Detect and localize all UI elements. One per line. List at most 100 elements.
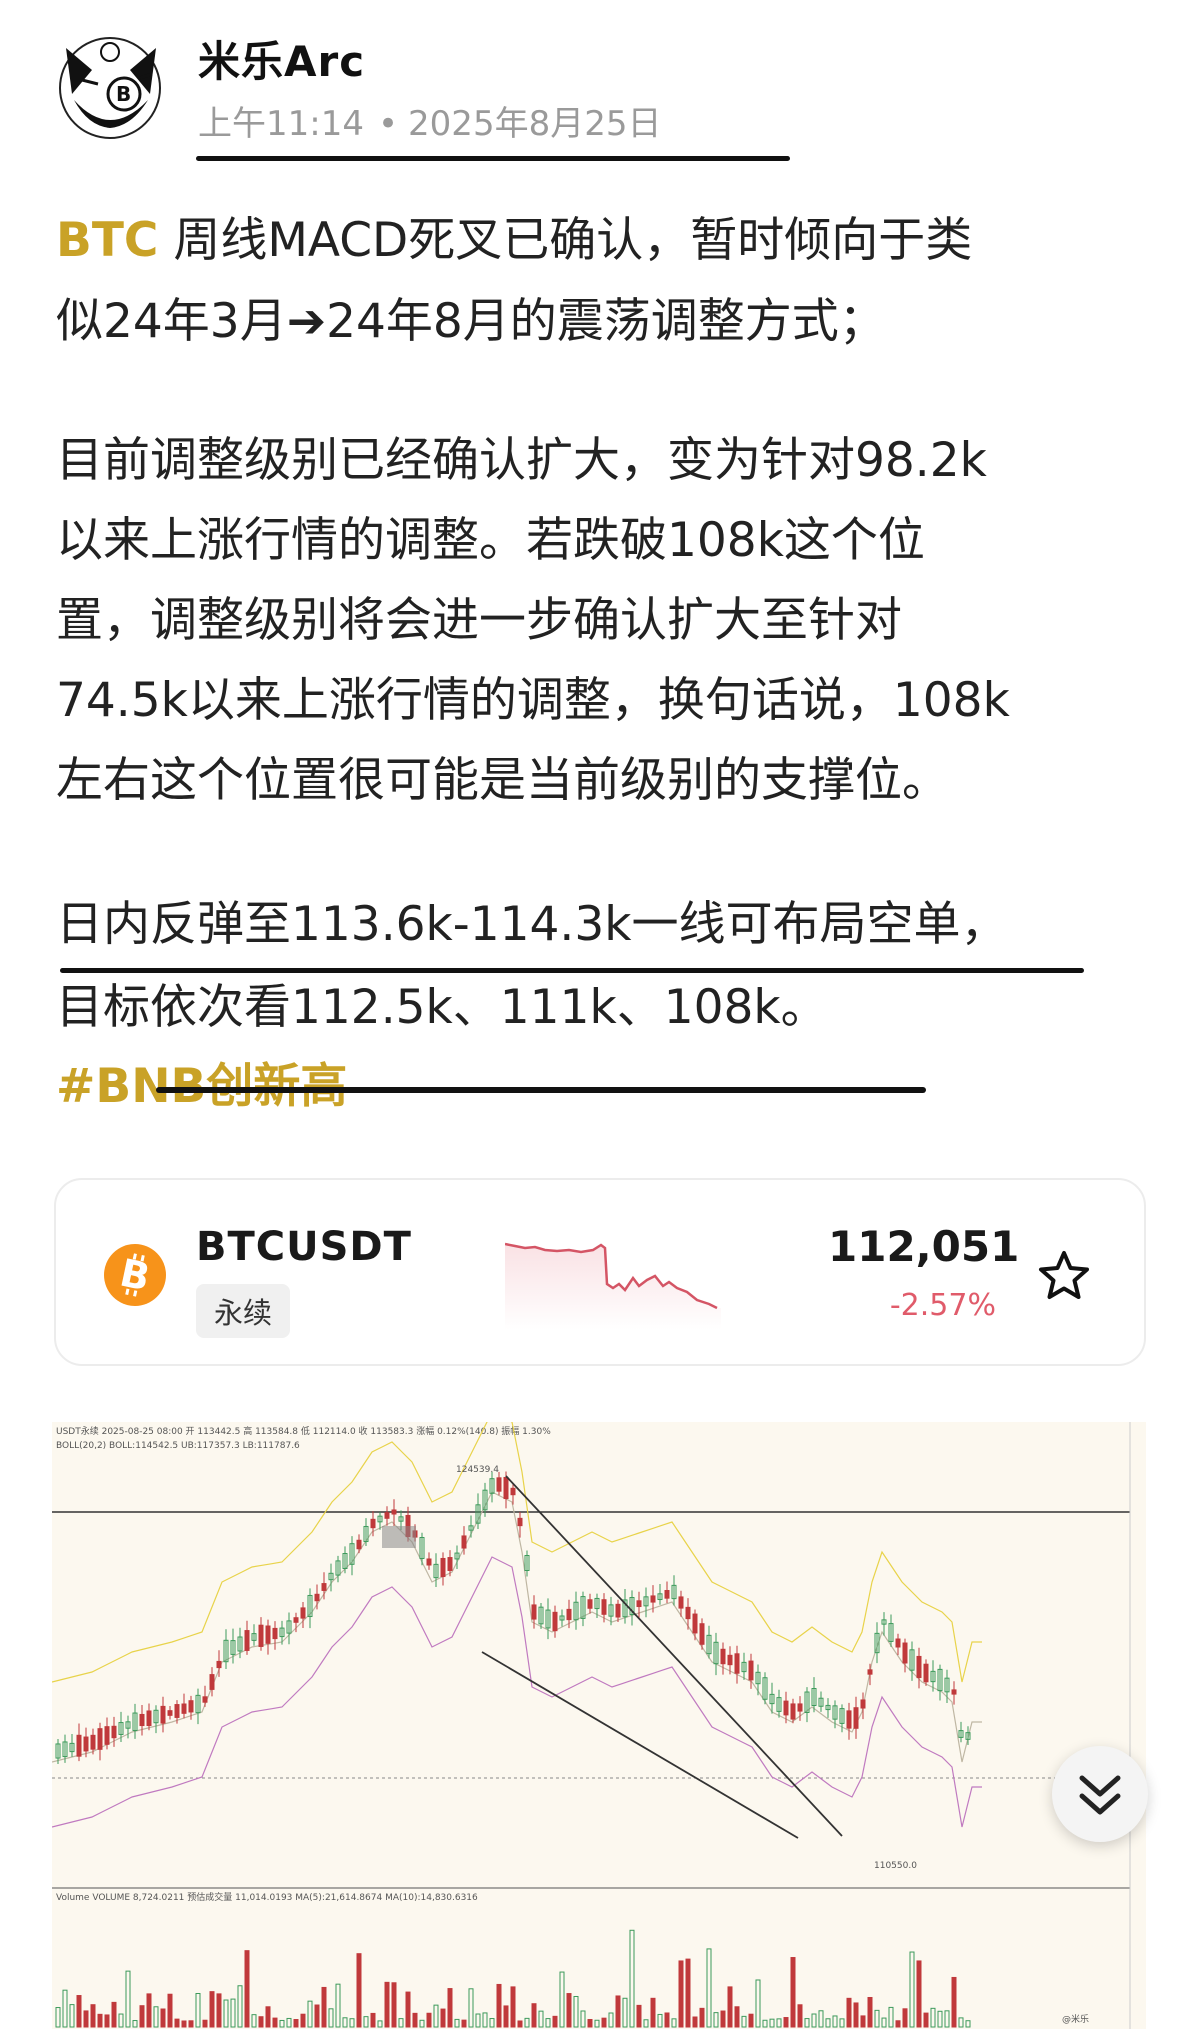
candle-body <box>790 1703 796 1720</box>
candle-body <box>293 1617 299 1623</box>
candle-body <box>846 1710 852 1729</box>
candle-body <box>139 1713 145 1727</box>
author-name[interactable]: 米乐Arc <box>198 28 365 89</box>
candle-body <box>188 1700 194 1713</box>
volume-bar <box>279 2019 285 2028</box>
candle-body <box>916 1655 922 1679</box>
volume-bar <box>573 1995 579 2028</box>
volume-bar <box>853 2002 859 2028</box>
volume-bar <box>384 1981 390 2028</box>
candle-body <box>951 1689 957 1695</box>
ticker-change: -2.57% <box>889 1288 996 1323</box>
paragraph-1-line-2: 似24年3月➔24年8月的震荡调整方式； <box>56 294 886 349</box>
volume-bar <box>839 2018 845 2028</box>
candle-body <box>692 1613 698 1634</box>
contract-type-badge: 永续 <box>196 1284 291 1338</box>
candle-body <box>853 1707 859 1729</box>
candle-body <box>300 1607 306 1619</box>
candle-body <box>720 1648 726 1665</box>
volume-bar <box>482 2012 488 2028</box>
ticker-price: 112,051 <box>828 1222 1020 1271</box>
volume-header-text: Volume VOLUME 8,724.0211 预估成交量 11,014.01… <box>56 1891 478 1903</box>
volume-bar <box>678 1960 684 2028</box>
volume-bar <box>790 1957 796 2028</box>
volume-bar <box>594 2019 600 2028</box>
candle-body <box>510 1487 516 1496</box>
low-price-label: 110550.0 <box>874 1861 917 1871</box>
volume-bar <box>125 1970 131 2028</box>
candle-body <box>566 1608 572 1621</box>
paragraph-2-line-3: 置，调整级别将会进一步确认扩大至针对 <box>56 593 902 648</box>
volume-bar <box>951 1976 957 2028</box>
volume-bar <box>139 2005 145 2028</box>
volume-bar <box>804 2018 810 2028</box>
volume-bar <box>832 2015 838 2028</box>
volume-bar <box>489 2018 495 2028</box>
post-date: 2025年8月25日 <box>408 104 662 144</box>
candle-body <box>111 1725 117 1739</box>
volume-bar <box>321 1986 327 2028</box>
candle-body <box>895 1638 901 1648</box>
candle-body <box>83 1736 89 1752</box>
volume-bar <box>692 2016 698 2028</box>
volume-bar <box>475 2013 481 2028</box>
candle-body <box>748 1660 754 1681</box>
volume-bar <box>391 1982 397 2028</box>
chart-watermark: @米乐 <box>1062 2013 1089 2025</box>
volume-bar <box>307 2000 313 2028</box>
volume-bar <box>776 2018 782 2028</box>
volume-bar <box>363 2016 369 2028</box>
candle-body <box>258 1624 264 1647</box>
volume-bar <box>566 1993 572 2028</box>
volume-bar <box>874 2009 880 2028</box>
star-icon[interactable] <box>1036 1248 1092 1304</box>
candle-body <box>664 1590 670 1599</box>
volume-bar <box>209 1991 215 2028</box>
volume-bar <box>167 1993 173 2028</box>
volume-bar <box>111 2001 117 2028</box>
candle-body <box>727 1654 733 1666</box>
chart-header-text: USDT永续 2025-08-25 08:00 开 113442.5 高 113… <box>56 1425 551 1437</box>
boll-upper-band <box>52 1422 982 1683</box>
candle-body <box>734 1653 740 1674</box>
scroll-down-button[interactable] <box>1052 1746 1148 1842</box>
candle-body <box>160 1705 166 1724</box>
price-sparkline <box>505 1242 721 1330</box>
candle-body <box>615 1603 621 1618</box>
volume-bar <box>545 2018 551 2028</box>
volume-bar <box>188 2020 194 2028</box>
candle-body <box>860 1699 866 1709</box>
volume-bar <box>608 2012 614 2028</box>
volume-bar <box>293 2019 299 2028</box>
paragraph-2-line-4: 74.5k以来上涨行情的调整，换句话说，108k <box>56 673 1010 728</box>
candle-body <box>650 1595 656 1603</box>
btc-tag[interactable]: BTC <box>56 213 158 268</box>
volume-bar <box>251 2014 257 2028</box>
candle-body <box>321 1583 327 1591</box>
candle-body <box>678 1596 684 1609</box>
candle-body <box>552 1611 558 1632</box>
volume-bar <box>405 1991 411 2028</box>
volume-bar <box>643 2019 649 2028</box>
volume-bar <box>671 2018 677 2028</box>
candle-body <box>426 1558 432 1566</box>
candle-body <box>356 1539 362 1550</box>
post-time: 上午11:14 <box>198 104 364 144</box>
candle-body <box>76 1734 82 1757</box>
volume-bar <box>636 2004 642 2028</box>
volume-bar <box>237 1985 243 2028</box>
candle-body <box>272 1627 278 1640</box>
author-avatar[interactable]: B <box>52 30 172 142</box>
volume-bar <box>216 1993 222 2028</box>
volume-bar <box>888 2006 894 2028</box>
candle-body <box>391 1509 397 1515</box>
candle-body <box>503 1476 509 1500</box>
volume-bar <box>937 2010 943 2028</box>
volume-bar <box>965 2020 971 2028</box>
kline-chart-image[interactable]: USDT永续 2025-08-25 08:00 开 113442.5 高 113… <box>52 1422 1146 2029</box>
volume-bar <box>356 1953 362 2028</box>
volume-bar <box>818 2010 824 2028</box>
paragraph-2-line-1: 目前调整级别已经确认扩大，变为针对98.2k <box>56 433 987 488</box>
volume-bar <box>272 2017 278 2028</box>
volume-bar <box>538 2010 544 2028</box>
